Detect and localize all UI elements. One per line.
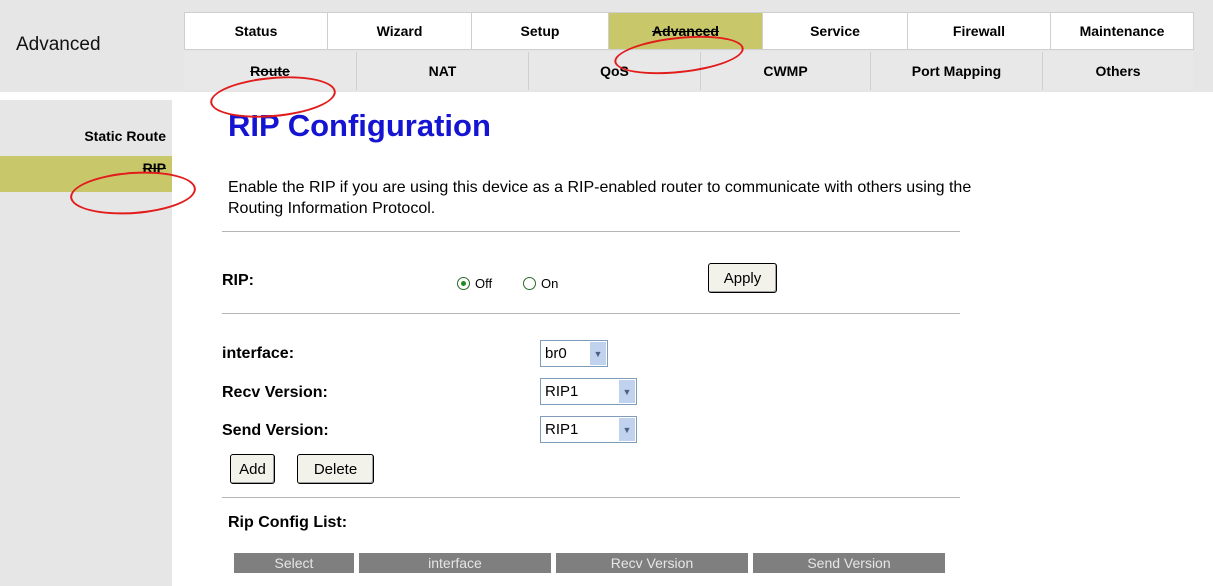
rip-off-label: Off <box>475 276 493 291</box>
rip-config-list-title: Rip Config List: <box>228 514 348 531</box>
tab-firewall[interactable]: Firewall <box>908 12 1051 50</box>
subtab-nat[interactable]: NAT <box>356 52 528 90</box>
recv-version-label: Recv Version: <box>222 384 328 401</box>
subtab-qos[interactable]: QoS <box>528 52 700 90</box>
recv-version-value: RIP1 <box>545 383 579 400</box>
column-header-select: Select <box>234 553 354 573</box>
sidebar-item-static-route[interactable]: Static Route <box>0 128 172 148</box>
subtab-label: Port Mapping <box>911 63 1002 79</box>
rip-config-table-header: Select interface Recv Version Send Versi… <box>234 553 950 573</box>
tab-label: Maintenance <box>1079 23 1165 39</box>
subtab-port-mapping[interactable]: Port Mapping <box>870 52 1042 90</box>
chevron-down-icon: ▼ <box>619 380 635 403</box>
send-version-value: RIP1 <box>545 421 579 438</box>
add-button[interactable]: Add <box>230 454 275 484</box>
divider <box>222 497 960 498</box>
tab-label: Wizard <box>376 23 423 39</box>
subtab-label: CWMP <box>763 63 808 79</box>
interface-label: interface: <box>222 345 295 362</box>
send-version-label: Send Version: <box>222 422 329 439</box>
tab-label: Setup <box>520 23 560 39</box>
tab-status[interactable]: Status <box>184 12 328 50</box>
subtab-label: QoS <box>600 63 629 79</box>
rip-off-radio[interactable]: Off <box>457 276 492 291</box>
subtab-label: Others <box>1095 63 1141 79</box>
sub-nav: Route NAT QoS CWMP Port Mapping Others <box>184 52 1193 90</box>
tab-setup[interactable]: Setup <box>472 12 609 50</box>
tab-maintenance[interactable]: Maintenance <box>1051 12 1194 50</box>
subtab-label: NAT <box>428 63 457 79</box>
interface-select[interactable]: br0 ▼ <box>540 340 608 367</box>
sidebar-item-label: RIP <box>142 160 166 176</box>
sidebar-item-rip[interactable]: RIP <box>0 156 172 192</box>
tab-wizard[interactable]: Wizard <box>328 12 472 50</box>
subtab-others[interactable]: Others <box>1042 52 1193 90</box>
rip-label: RIP: <box>222 272 254 289</box>
tab-label: Service <box>810 23 860 39</box>
sidebar-item-label: Static Route <box>84 128 166 144</box>
delete-button[interactable]: Delete <box>297 454 374 484</box>
tab-label: Firewall <box>952 23 1006 39</box>
rip-on-radio[interactable]: On <box>523 276 558 291</box>
main-nav: Status Wizard Setup Advanced Service Fir… <box>184 12 1194 50</box>
brand-title: Advanced <box>16 34 101 55</box>
page-title: RIP Configuration <box>228 108 491 143</box>
apply-button[interactable]: Apply <box>708 263 777 293</box>
subtab-route[interactable]: Route <box>184 52 356 90</box>
column-header-send-version: Send Version <box>753 553 945 573</box>
subtab-cwmp[interactable]: CWMP <box>700 52 870 90</box>
top-header: Advanced Status Wizard Setup Advanced Se… <box>0 0 1213 92</box>
subtab-label: Route <box>250 63 290 79</box>
tab-advanced[interactable]: Advanced <box>609 12 763 50</box>
column-header-recv-version: Recv Version <box>556 553 748 573</box>
recv-version-select[interactable]: RIP1 ▼ <box>540 378 637 405</box>
chevron-down-icon: ▼ <box>619 418 635 441</box>
column-header-interface: interface <box>359 553 551 573</box>
send-version-select[interactable]: RIP1 ▼ <box>540 416 637 443</box>
interface-value: br0 <box>545 345 567 362</box>
radio-unchecked-icon <box>523 277 536 290</box>
left-nav: Static Route RIP <box>0 100 172 586</box>
rip-on-label: On <box>541 276 559 291</box>
radio-checked-icon <box>457 277 470 290</box>
tab-label: Advanced <box>652 23 719 39</box>
tab-label: Status <box>234 23 278 39</box>
divider <box>222 313 960 314</box>
chevron-down-icon: ▼ <box>590 342 606 365</box>
intro-text: Enable the RIP if you are using this dev… <box>228 179 972 217</box>
divider <box>222 231 960 232</box>
tab-service[interactable]: Service <box>763 12 908 50</box>
